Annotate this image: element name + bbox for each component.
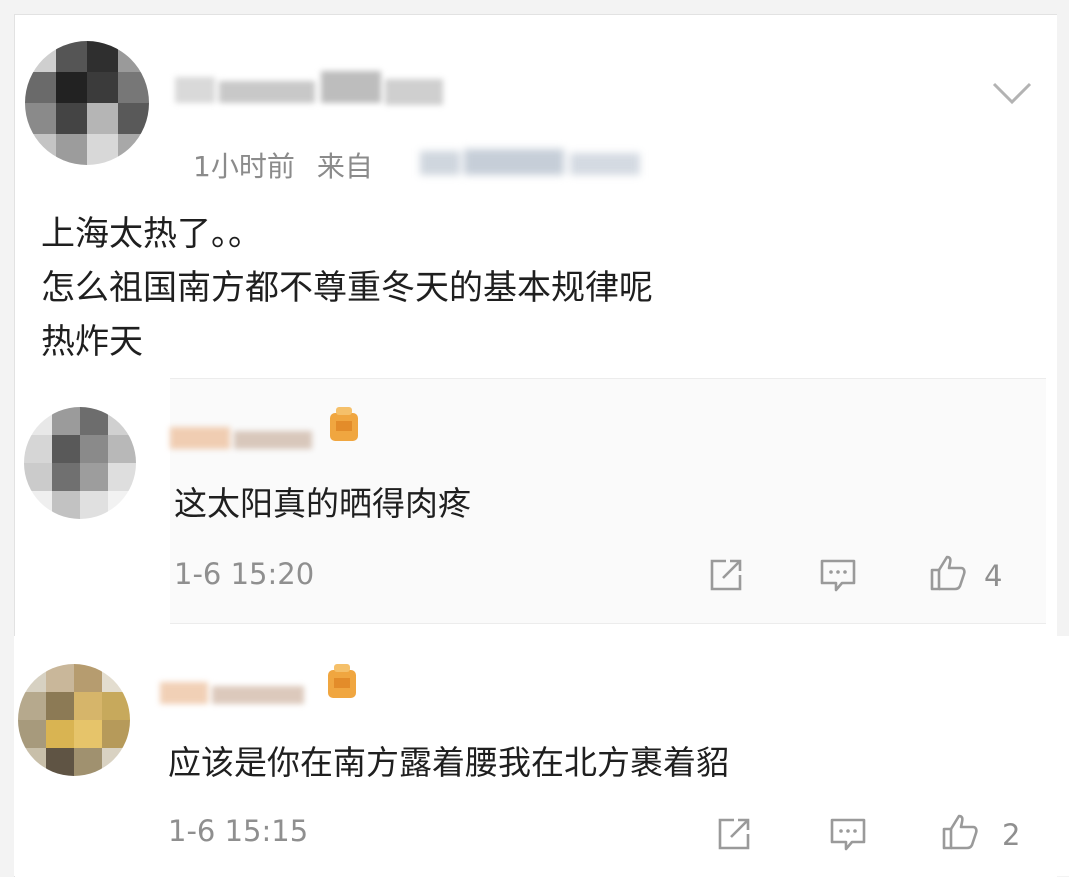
comment-icon[interactable] bbox=[828, 814, 868, 854]
screenshot-frame: 1小时前 来自 上海太热了。。 怎么祖国南方都不尊重冬天的基本规律呢 热炸天 这… bbox=[0, 0, 1069, 877]
thumbs-up-icon[interactable] bbox=[928, 553, 968, 593]
like-count: 4 bbox=[984, 559, 1003, 593]
reply-item: 这太阳真的晒得肉疼 1-6 15:20 4 bbox=[24, 378, 1046, 624]
post-line: 上海太热了。。 bbox=[41, 214, 262, 254]
reply-time: 1-6 15:15 bbox=[168, 814, 309, 848]
reply-text: 这太阳真的晒得肉疼 bbox=[174, 484, 471, 523]
post-meta: 1小时前 来自 bbox=[193, 145, 395, 185]
thumbs-up-icon[interactable] bbox=[940, 812, 980, 852]
vip-badge-icon bbox=[330, 407, 358, 441]
post-source-redacted bbox=[420, 145, 645, 179]
reply-author-redacted[interactable] bbox=[160, 676, 310, 708]
post-time: 1小时前 bbox=[193, 150, 295, 183]
chevron-down-icon[interactable] bbox=[991, 79, 1033, 107]
post-line: 热炸天 bbox=[41, 322, 143, 362]
reply-avatar[interactable] bbox=[24, 407, 136, 519]
author-avatar[interactable] bbox=[25, 41, 149, 165]
reply-item: 应该是你在南方露着腰我在北方裹着貂 1-6 15:15 2 bbox=[14, 636, 1069, 876]
vip-badge-icon bbox=[328, 664, 356, 698]
share-icon[interactable] bbox=[706, 555, 746, 595]
share-icon[interactable] bbox=[714, 814, 754, 854]
post-line: 怎么祖国南方都不尊重冬天的基本规律呢 bbox=[41, 268, 653, 308]
reply-text: 应该是你在南方露着腰我在北方裹着貂 bbox=[168, 743, 729, 782]
post-source-label: 来自 bbox=[316, 150, 373, 183]
author-name-redacted[interactable] bbox=[175, 67, 445, 109]
reply-author-redacted[interactable] bbox=[170, 423, 315, 453]
comment-icon[interactable] bbox=[818, 555, 858, 595]
like-count: 2 bbox=[1002, 818, 1021, 852]
reply-avatar[interactable] bbox=[18, 664, 130, 776]
reply-time: 1-6 15:20 bbox=[174, 557, 315, 591]
post-body: 上海太热了。。 怎么祖国南方都不尊重冬天的基本规律呢 热炸天 bbox=[41, 207, 653, 369]
